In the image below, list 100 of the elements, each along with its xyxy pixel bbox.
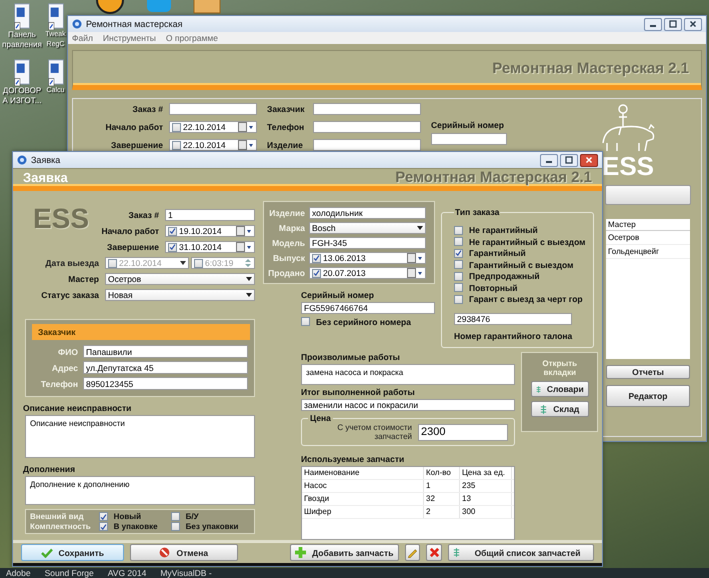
text-field[interactable]: заменили насос и покрасили <box>301 399 515 411</box>
checkbox-label[interactable]: Гарантийный <box>469 248 526 258</box>
text-field[interactable]: ул.Депутатска 45 <box>83 361 248 374</box>
column-header[interactable]: Мастер <box>606 219 690 231</box>
shortcut-icon[interactable] <box>12 58 32 86</box>
date-field[interactable]: 19.10.2014 <box>165 225 255 237</box>
close-button[interactable] <box>580 154 598 166</box>
date-field[interactable]: 22.10.2014 <box>169 121 257 133</box>
text-field[interactable]: FGH-345 <box>309 237 426 249</box>
dropdown[interactable]: Осетров <box>105 273 255 285</box>
shortcut-label[interactable]: ДОГОВОР А ИЗГОТ... <box>0 86 44 106</box>
text-field[interactable]: 2938476 <box>454 312 572 324</box>
checkbox[interactable] <box>172 140 181 150</box>
checkbox[interactable] <box>454 226 463 234</box>
calendar-dropdown-icon[interactable] <box>238 140 254 150</box>
menu-button[interactable]: Редактор <box>606 385 690 407</box>
text-area[interactable]: Дополнение к дополнению <box>25 476 255 505</box>
calendar-dropdown-icon[interactable] <box>236 242 252 252</box>
checkbox[interactable] <box>98 522 108 531</box>
text-field[interactable]: 1 <box>165 209 255 221</box>
text-field[interactable] <box>431 133 507 145</box>
column-header[interactable]: Цена за ед. <box>460 467 512 479</box>
tab-button[interactable]: Склад <box>530 401 589 417</box>
dropdown[interactable]: Bosch <box>309 222 426 234</box>
taskbar-item[interactable]: Adobe <box>6 568 31 578</box>
calendar-dropdown-icon[interactable] <box>236 226 252 236</box>
text-field[interactable] <box>313 103 421 115</box>
taskbar-item[interactable]: AVG 2014 <box>108 568 146 578</box>
checkbox-label[interactable]: Предпродажный <box>469 271 540 281</box>
text-field[interactable]: FG55967466764 <box>301 302 435 314</box>
checkbox-label[interactable]: Новый <box>114 512 142 521</box>
checkbox[interactable] <box>454 237 463 246</box>
text-field[interactable]: Папашвили <box>83 345 248 358</box>
text-field[interactable]: холодильник <box>309 207 426 219</box>
cancel-button[interactable]: Отмена <box>130 544 238 562</box>
checkbox-label[interactable]: Не гарантийный <box>469 225 538 235</box>
edit-button[interactable] <box>404 544 420 562</box>
column-header[interactable]: Наименование <box>302 467 424 479</box>
save-button[interactable]: Сохранить <box>21 544 124 562</box>
checkbox[interactable] <box>312 268 321 278</box>
checkbox[interactable] <box>454 260 463 269</box>
minimize-button[interactable] <box>540 154 558 166</box>
shortcut-label[interactable]: Панель правления <box>0 30 44 50</box>
checkbox[interactable] <box>98 512 108 521</box>
checkbox[interactable] <box>454 248 463 258</box>
checkbox-label[interactable]: В упаковке <box>114 522 158 531</box>
calendar-dropdown-icon[interactable] <box>407 268 423 278</box>
text-field[interactable] <box>169 103 257 115</box>
text-area[interactable]: Описание неисправности <box>25 415 255 458</box>
table-cell[interactable]: Гольденцвейг <box>606 245 690 259</box>
menu-item[interactable]: О программе <box>166 33 218 43</box>
date-field[interactable]: 20.07.2013 <box>309 267 426 279</box>
text-area[interactable]: замена насоса и покраска <box>301 364 515 385</box>
taskbar-item[interactable]: MyVisualDB - <box>160 568 212 578</box>
checkbox[interactable] <box>168 226 177 236</box>
add-part-button[interactable]: Добавить запчасть <box>290 544 399 562</box>
checkbox[interactable] <box>454 272 463 280</box>
checkbox-label[interactable]: Без серийного номера <box>316 317 411 327</box>
calendar-dropdown-icon[interactable] <box>407 253 423 263</box>
text-field[interactable] <box>313 139 421 151</box>
close-button[interactable] <box>684 18 702 30</box>
table-cell[interactable]: Осетров <box>606 231 690 245</box>
price-field[interactable]: 2300 <box>418 424 508 440</box>
checkbox[interactable] <box>454 294 463 304</box>
maximize-button[interactable] <box>664 18 682 30</box>
checkbox[interactable] <box>172 122 181 132</box>
checkbox-label[interactable]: Без упаковки <box>186 522 238 531</box>
checkbox[interactable] <box>312 254 321 262</box>
calendar-dropdown-icon[interactable] <box>238 122 254 132</box>
text-field[interactable]: 8950123455 <box>83 377 248 390</box>
maximize-button[interactable] <box>560 154 578 166</box>
checkbox-label[interactable]: Гарант с выезд за черт гор <box>469 294 583 304</box>
checkbox-label[interactable]: Не гарантийный с выездом <box>469 236 586 246</box>
minimize-button[interactable] <box>644 18 662 30</box>
checkbox[interactable] <box>170 512 180 521</box>
checkbox[interactable] <box>454 283 463 292</box>
checkbox[interactable] <box>301 317 310 326</box>
menu-item[interactable]: Инструменты <box>102 33 156 43</box>
dropdown[interactable]: Новая <box>105 289 255 301</box>
menu-button[interactable]: Отчеты <box>606 365 690 379</box>
date-field[interactable]: 13.06.2013 <box>309 252 426 264</box>
menu-item[interactable]: Файл <box>72 33 93 43</box>
checkbox[interactable] <box>168 242 177 252</box>
parts-list-button[interactable]: Общий список запчастей <box>448 544 594 562</box>
checkbox-label[interactable]: Повторный <box>469 282 518 292</box>
shortcut-icon[interactable] <box>12 2 32 30</box>
shortcut-icon[interactable] <box>46 2 66 30</box>
delete-button[interactable] <box>426 544 442 562</box>
shortcut-icon[interactable] <box>46 58 66 86</box>
text-field[interactable] <box>313 121 421 133</box>
checkbox-label[interactable]: Гарантийный с выездом <box>469 260 574 270</box>
column-header[interactable]: Кол-во <box>424 467 460 479</box>
blank-button[interactable] <box>605 185 691 205</box>
checkbox[interactable] <box>170 522 180 531</box>
app-shortcut-icon[interactable] <box>95 0 125 14</box>
date-field[interactable]: 31.10.2014 <box>165 241 255 253</box>
taskbar-item[interactable]: Sound Forge <box>44 568 94 578</box>
checkbox-label[interactable]: Б/У <box>186 512 199 521</box>
tab-button[interactable]: Словари <box>530 381 589 397</box>
date-field[interactable]: 22.10.2014 <box>169 139 257 151</box>
